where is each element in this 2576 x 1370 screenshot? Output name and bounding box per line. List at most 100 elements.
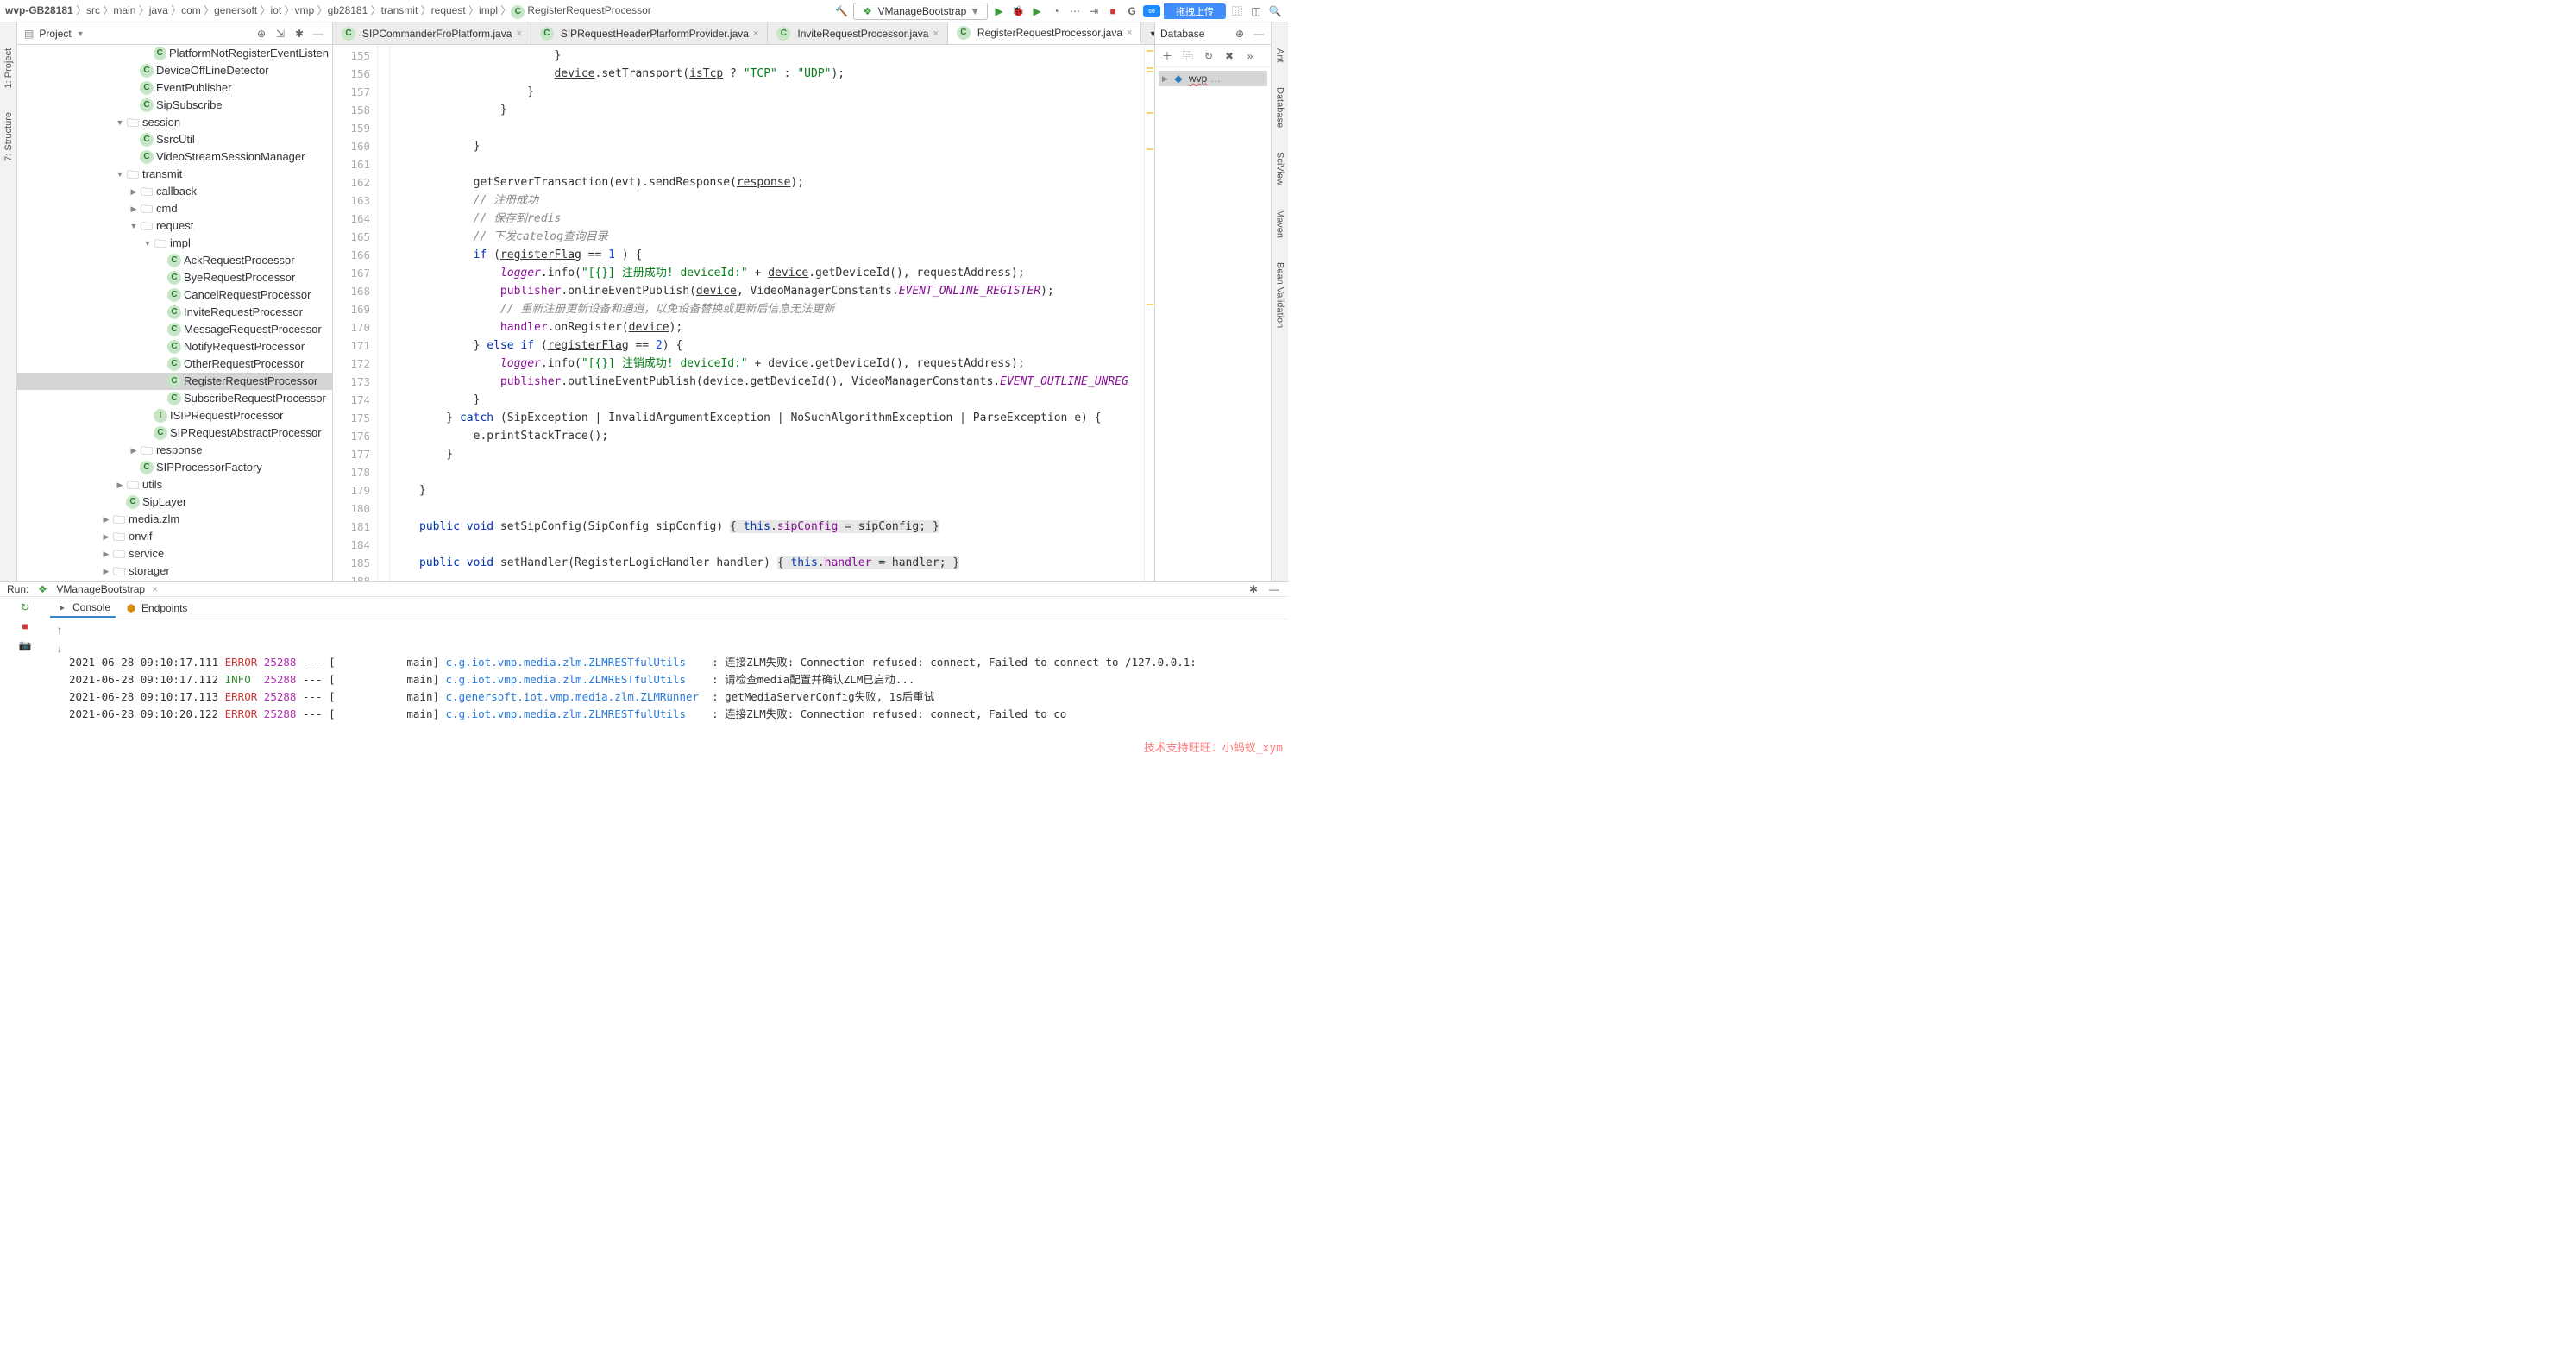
tree-arrow-icon[interactable]: ▶ xyxy=(100,511,112,528)
tree-node[interactable]: CSipLayer xyxy=(17,493,332,511)
tree-node[interactable]: ▶🗀callback xyxy=(17,183,332,200)
toolwin-ant[interactable]: Ant xyxy=(1275,48,1285,63)
search-icon[interactable]: 🔍 xyxy=(1267,3,1283,19)
tree-node[interactable]: ▼🗀impl xyxy=(17,235,332,252)
error-stripe[interactable] xyxy=(1144,45,1154,581)
toolwin-structure[interactable]: 7: Structure xyxy=(3,112,14,161)
tree-node[interactable]: ▶🗀onvif xyxy=(17,528,332,545)
tree-arrow-icon[interactable]: ▶ xyxy=(100,562,112,580)
toolwin-project[interactable]: 1: Project xyxy=(3,48,14,88)
tree-node[interactable]: CVideoStreamSessionManager xyxy=(17,148,332,166)
breadcrumb-segment[interactable]: gb28181 xyxy=(328,4,368,16)
toolwin-database[interactable]: Database xyxy=(1275,87,1285,128)
tree-node[interactable]: ▶🗀media.zlm xyxy=(17,511,332,528)
tree-node[interactable]: CSsrcUtil xyxy=(17,131,332,148)
run-config-selector[interactable]: ❖ VManageBootstrap ▼ xyxy=(853,3,989,20)
tree-arrow-icon[interactable]: ▼ xyxy=(128,217,140,235)
tab-endpoints[interactable]: ⬢ Endpoints xyxy=(119,600,192,617)
stop-icon[interactable]: ■ xyxy=(18,619,32,633)
hide-icon[interactable]: — xyxy=(311,27,325,41)
tree-node[interactable]: CSipSubscribe xyxy=(17,97,332,114)
close-icon[interactable]: × xyxy=(152,583,158,595)
tree-arrow-icon[interactable]: ▶ xyxy=(128,200,140,217)
toolwin-maven[interactable]: Maven xyxy=(1275,210,1285,238)
breadcrumb-segment[interactable]: iot xyxy=(271,4,282,16)
breadcrumb-segment[interactable]: java xyxy=(149,4,168,16)
breadcrumb-segment[interactable]: RegisterRequestProcessor xyxy=(527,4,650,16)
fold-gutter[interactable] xyxy=(378,45,390,581)
editor-tab[interactable]: CRegisterRequestProcessor.java× xyxy=(948,22,1142,44)
tree-node[interactable]: ▶🗀cmd xyxy=(17,200,332,217)
code-editor[interactable]: } device.setTransport(isTcp ? "TCP" : "U… xyxy=(390,45,1144,581)
window-icon[interactable]: ◫ xyxy=(1248,3,1264,19)
tree-node[interactable]: CSIPRequestAbstractProcessor xyxy=(17,424,332,442)
tree-node[interactable]: ▼🗀transmit xyxy=(17,166,332,183)
tree-node[interactable]: IISIPRequestProcessor xyxy=(17,407,332,424)
tree-node[interactable]: CByeRequestProcessor xyxy=(17,269,332,286)
tree-node[interactable]: CEventPublisher xyxy=(17,79,332,97)
upload-button[interactable]: 拖拽上传 xyxy=(1164,3,1226,19)
line-gutter[interactable]: 1551561571581591601611621631641651661671… xyxy=(333,45,378,581)
tab-console[interactable]: ▸ Console xyxy=(50,599,116,618)
scroll-up-icon[interactable]: ↑ xyxy=(53,623,66,637)
tree-node[interactable]: CSIPProcessorFactory xyxy=(17,459,332,476)
breadcrumb-segment[interactable]: wvp-GB28181 xyxy=(5,4,73,16)
share-badge[interactable]: ∞ xyxy=(1143,5,1160,17)
breadcrumb-segment[interactable]: com xyxy=(181,4,201,16)
tree-arrow-icon[interactable]: ▶ xyxy=(128,183,140,200)
tree-node[interactable]: ▶🗀utils xyxy=(17,476,332,493)
tree-arrow-icon[interactable]: ▼ xyxy=(114,166,126,183)
datasource-item[interactable]: ▶ ◆ wvp … xyxy=(1159,71,1267,86)
tree-arrow-icon[interactable]: ▶ xyxy=(114,476,126,493)
project-tree[interactable]: CPlatformNotRegisterEventListenCDeviceOf… xyxy=(17,45,332,581)
close-icon[interactable]: × xyxy=(516,28,521,39)
db-hide-icon[interactable]: — xyxy=(1252,27,1266,41)
toolwin-bean-validation[interactable]: Bean Validation xyxy=(1275,262,1285,328)
breadcrumb[interactable]: wvp-GB28181 〉src 〉main 〉java 〉com 〉gener… xyxy=(5,3,651,19)
tree-node[interactable]: CRegisterRequestProcessor xyxy=(17,373,332,390)
git-icon[interactable]: G xyxy=(1124,3,1140,19)
editor-tab[interactable]: CSIPRequestHeaderPlarformProvider.java× xyxy=(531,22,769,44)
breadcrumb-segment[interactable]: impl xyxy=(479,4,498,16)
tree-arrow-icon[interactable]: ▼ xyxy=(141,235,154,252)
gear-icon[interactable]: ✱ xyxy=(1247,582,1260,596)
breadcrumb-segment[interactable]: main xyxy=(113,4,135,16)
build-icon[interactable]: 🔨 xyxy=(834,3,850,19)
close-icon[interactable]: × xyxy=(1127,28,1132,38)
tree-node[interactable]: CInviteRequestProcessor xyxy=(17,304,332,321)
debug-icon[interactable]: 🐞 xyxy=(1010,3,1026,19)
tree-node[interactable]: CAckRequestProcessor xyxy=(17,252,332,269)
tree-node[interactable]: ▶🗀storager xyxy=(17,562,332,580)
tree-node[interactable]: CMessageRequestProcessor xyxy=(17,321,332,338)
breadcrumb-segment[interactable]: src xyxy=(86,4,100,16)
structure-icon[interactable]: ⿲ xyxy=(1229,3,1245,19)
editor-tab[interactable]: CInviteRequestProcessor.java× xyxy=(768,22,948,44)
run-icon[interactable]: ▶ xyxy=(991,3,1007,19)
tree-node[interactable]: CDeviceOffLineDetector xyxy=(17,62,332,79)
tree-node[interactable]: COtherRequestProcessor xyxy=(17,355,332,373)
db-add-icon[interactable]: ＋ xyxy=(1160,49,1174,63)
scroll-down-icon[interactable]: ↓ xyxy=(53,642,66,656)
profile-icon[interactable]: ◔ xyxy=(1048,3,1064,19)
rerun-icon[interactable]: ↻ xyxy=(18,600,32,614)
db-more-icon[interactable]: » xyxy=(1243,49,1257,63)
tree-node[interactable]: CCancelRequestProcessor xyxy=(17,286,332,304)
tree-node[interactable]: CPlatformNotRegisterEventListen xyxy=(17,45,332,62)
editor-tab[interactable]: CSIPCommanderFroPlatform.java× xyxy=(333,22,531,44)
tree-node[interactable]: CSubscribeRequestProcessor xyxy=(17,390,332,407)
tree-node[interactable]: ▶🗀response xyxy=(17,442,332,459)
db-gear-icon[interactable]: ⊕ xyxy=(1233,27,1247,41)
tree-node[interactable]: ▶🗀service xyxy=(17,545,332,562)
breadcrumb-segment[interactable]: genersoft xyxy=(214,4,257,16)
tree-arrow-icon[interactable]: ▼ xyxy=(114,114,126,131)
tree-arrow-icon[interactable]: ▶ xyxy=(100,545,112,562)
toolwin-sciview[interactable]: SciView xyxy=(1275,152,1285,185)
project-view-title[interactable]: Project xyxy=(39,28,71,40)
tree-node[interactable]: ▼🗀request xyxy=(17,217,332,235)
db-stop-icon[interactable]: ✖ xyxy=(1222,49,1236,63)
console-output[interactable]: 2021-06-28 09:10:17.111 ERROR 25288 --- … xyxy=(69,619,1288,757)
hide-icon[interactable]: — xyxy=(1267,582,1281,596)
breadcrumb-segment[interactable]: vmp xyxy=(295,4,315,16)
coverage-icon[interactable]: ▶ xyxy=(1029,3,1045,19)
db-copy-icon[interactable]: ⿻ xyxy=(1181,49,1195,63)
